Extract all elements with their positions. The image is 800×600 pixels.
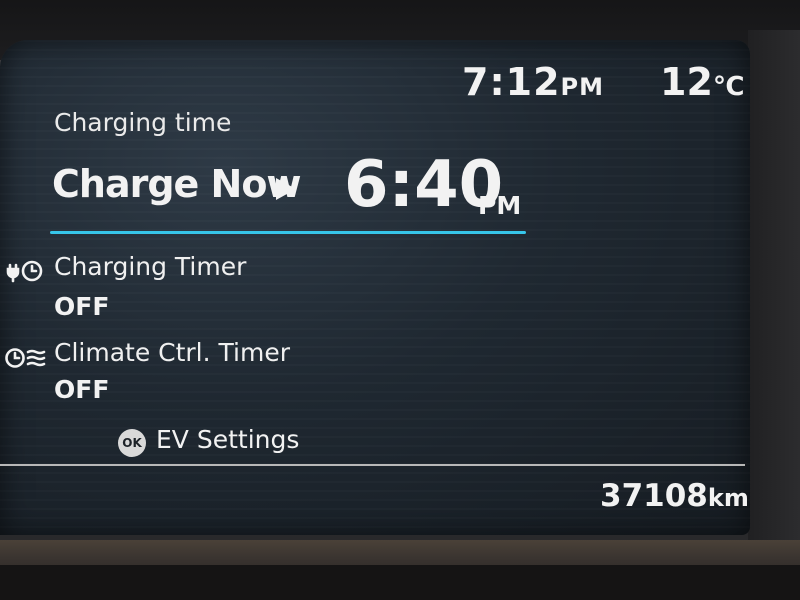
temperature-value: 12 (660, 60, 713, 104)
selection-underline (50, 231, 526, 234)
ok-button-icon[interactable]: OK (118, 429, 146, 457)
charging-timer-label[interactable]: Charging Timer (54, 252, 246, 281)
charge-mode-label[interactable]: Charge Now (52, 162, 302, 206)
odometer: 37108km (600, 478, 749, 514)
ev-settings-label[interactable]: EV Settings (156, 425, 299, 454)
instrument-display: 7:12PM 12℃ Charging time Charge Now 6:40… (0, 40, 750, 535)
charging-time-label: Charging time (54, 108, 232, 137)
climate-timer-value: OFF (54, 375, 110, 404)
climate-timer-icon (5, 348, 46, 368)
dashboard-frame-right (748, 30, 800, 545)
clock-time: 7:12 (462, 60, 561, 104)
plug-timer-icon (6, 260, 43, 283)
odometer-value: 37108 (600, 478, 708, 514)
temperature-unit: ℃ (712, 72, 745, 102)
odometer-unit: km (707, 484, 749, 512)
climate-timer-label[interactable]: Climate Ctrl. Timer (54, 338, 290, 367)
charge-time-ampm: PM (478, 191, 522, 220)
clock-ampm: PM (560, 73, 605, 101)
clock: 7:12PM (462, 60, 604, 104)
charging-timer-value: OFF (54, 292, 110, 321)
outside-temperature: 12℃ (660, 60, 744, 104)
play-arrow-icon (276, 178, 296, 200)
footer-divider (0, 464, 745, 466)
dashboard-lower-trim (0, 565, 800, 600)
